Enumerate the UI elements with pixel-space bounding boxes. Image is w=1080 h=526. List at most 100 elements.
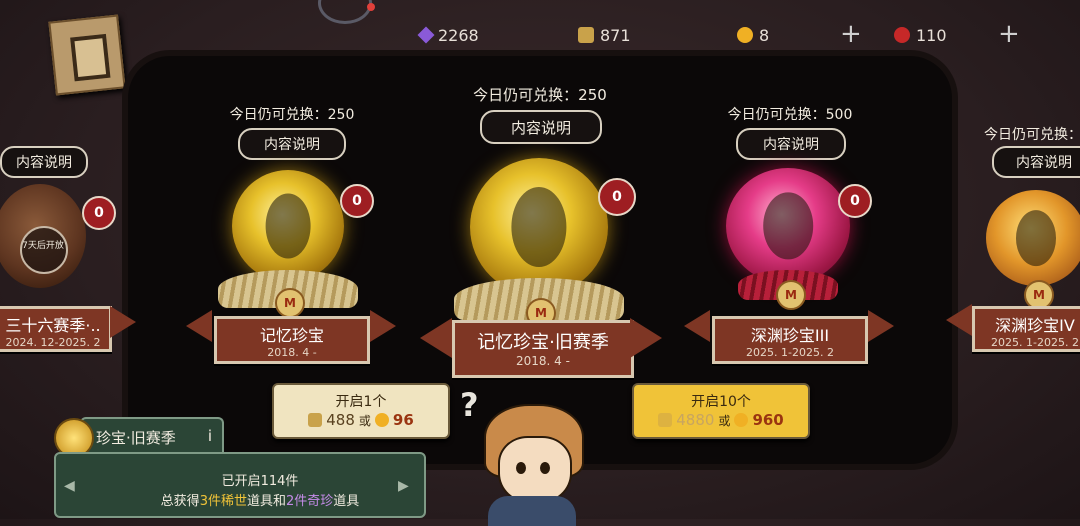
ribbon-left-4 — [946, 304, 972, 336]
card-date: 2025. 1-2025. 2 — [991, 336, 1079, 349]
treasure-orb-card-3[interactable] — [726, 168, 850, 284]
open-one-button[interactable]: 开启1个 488 或 96 — [272, 383, 450, 439]
card-plate-0[interactable]: 三十六赛季·.. 2024. 12-2025. 2 — [0, 306, 112, 352]
ribbon-right-0 — [110, 306, 136, 338]
odd-count: 2件 — [286, 494, 308, 509]
card-plate-4[interactable]: 深渊珍宝IV 2025. 1-2025. 2 — [972, 306, 1080, 352]
info-button-card-2[interactable]: 内容说明 — [480, 110, 602, 144]
question-mark-icon: ? — [460, 386, 479, 424]
ribbon-right-1 — [370, 310, 396, 342]
count-badge-card-3: 0 — [838, 184, 872, 218]
count-badge-card-0: 0 — [82, 196, 116, 230]
orb-emblem — [763, 192, 813, 260]
remaining-card-3: 今日仍可兑换：500 — [727, 107, 853, 123]
rare-label: 稀世 — [220, 494, 247, 509]
summary-suffix: 道具 — [333, 494, 360, 509]
ribbon-right-2 — [630, 318, 662, 358]
red-token-icon — [894, 27, 910, 43]
crystal-count: 2268 — [438, 25, 479, 45]
orb-emblem — [1016, 210, 1056, 266]
status-orb — [318, 0, 375, 24]
puzzle-icon — [658, 413, 673, 427]
card-plate-1[interactable]: 记忆珍宝 2018. 4 - — [214, 316, 370, 364]
crystal-resource: 2268 — [417, 22, 479, 48]
count-badge-card-2: 0 — [598, 178, 636, 216]
treasure-orb-card-4[interactable] — [986, 190, 1080, 286]
ribbon-left-1 — [186, 310, 212, 342]
open-ten-cost: 4880 或 960 — [634, 411, 808, 429]
summary-tab[interactable]: 珍宝·旧赛季 i — [80, 417, 224, 455]
add-bulb-button[interactable]: + — [840, 21, 862, 47]
obtained-summary: 总获得3件稀世道具和2件奇珍道具 — [110, 490, 410, 509]
treasure-orb-card-2[interactable] — [470, 158, 608, 296]
bulb-cost: 96 — [392, 411, 414, 429]
character-body — [488, 496, 576, 526]
card-plate-2[interactable]: 记忆珍宝·旧赛季 2018. 4 - — [452, 320, 634, 378]
open-ten-label: 开启10个 — [691, 394, 751, 410]
character-eye — [540, 462, 550, 474]
bulb-icon — [374, 413, 389, 427]
odd-label: 奇珍 — [307, 494, 334, 509]
puzzle-icon — [308, 413, 323, 427]
puzzle-resource: 871 — [578, 22, 631, 48]
top-bar: 2268 871 8 + 110 + — [0, 0, 1080, 60]
summary-prefix: 总获得 — [160, 494, 200, 509]
card-title: 记忆珍宝 — [259, 326, 324, 345]
open-ten-button[interactable]: 开启10个 4880 或 960 — [632, 383, 810, 439]
puzzle-count: 871 — [600, 25, 631, 45]
remaining-card-4: 今日仍可兑换：50 — [984, 127, 1080, 143]
prev-arrow-icon[interactable]: ◀ — [64, 478, 75, 494]
ribbon-right-3 — [868, 310, 894, 342]
opened-count: 已开启114件 — [221, 474, 299, 489]
card-title: 深渊珍宝III — [750, 326, 830, 345]
character-eye — [516, 462, 526, 474]
medal-icon: M — [275, 288, 305, 318]
card-date: 2025. 1-2025. 2 — [746, 346, 834, 359]
summary-title: 珍宝·旧赛季 — [96, 429, 176, 447]
locked-label: 7天后开放 — [22, 241, 64, 251]
card-plate-3[interactable]: 深渊珍宝III 2025. 1-2025. 2 — [712, 316, 868, 364]
bulb-cost: 960 — [752, 411, 784, 429]
medal-icon: M — [776, 280, 806, 310]
orb-emblem — [511, 186, 567, 268]
red-token-resource: 110 — [894, 22, 947, 48]
card-date: 2018. 4 - — [516, 354, 570, 368]
count-badge-card-1: 0 — [340, 184, 374, 218]
info-button-card-3[interactable]: 内容说明 — [736, 128, 846, 160]
purple-crystal-icon — [417, 26, 435, 44]
card-date: 2024. 12-2025. 2 — [5, 336, 101, 349]
bulb-icon — [737, 27, 753, 43]
exit-door-icon — [70, 33, 111, 82]
or-label: 或 — [358, 413, 371, 428]
summary-info-icon[interactable]: i — [208, 427, 212, 445]
card-title: 记忆珍宝·旧赛季 — [477, 332, 609, 353]
exit-button[interactable] — [48, 14, 126, 96]
guide-character[interactable] — [478, 400, 586, 526]
card-date: 2018. 4 - — [267, 346, 317, 359]
open-one-cost: 488 或 96 — [274, 411, 448, 429]
info-button-card-4[interactable]: 内容说明 — [992, 146, 1080, 178]
info-button-card-0[interactable]: 内容说明 — [0, 146, 88, 178]
treasure-orb-card-1[interactable] — [232, 170, 344, 282]
puzzle-cost: 488 — [326, 411, 355, 429]
ribbon-left-2 — [420, 318, 452, 358]
rare-count: 3件 — [199, 494, 221, 509]
character-face — [498, 436, 572, 504]
info-button-card-1[interactable]: 内容说明 — [238, 128, 346, 160]
card-title: 深渊珍宝IV — [995, 316, 1075, 335]
orb-emblem — [265, 193, 311, 259]
notification-dot — [367, 3, 375, 11]
or-label: 或 — [718, 413, 731, 428]
puzzle-cost: 4880 — [676, 411, 715, 429]
bulb-icon — [734, 413, 749, 427]
add-token-button[interactable]: + — [998, 21, 1020, 47]
card-title: 三十六赛季·.. — [5, 316, 101, 335]
ribbon-left-3 — [684, 310, 710, 342]
remaining-card-1: 今日仍可兑换：250 — [229, 107, 355, 123]
open-one-label: 开启1个 — [335, 394, 387, 410]
red-token-count: 110 — [916, 25, 947, 45]
bulb-resource: 8 — [737, 22, 769, 48]
bulb-count: 8 — [759, 25, 770, 45]
center-remaining: 今日仍可兑换：250 — [473, 86, 607, 104]
puzzle-icon — [578, 27, 594, 43]
